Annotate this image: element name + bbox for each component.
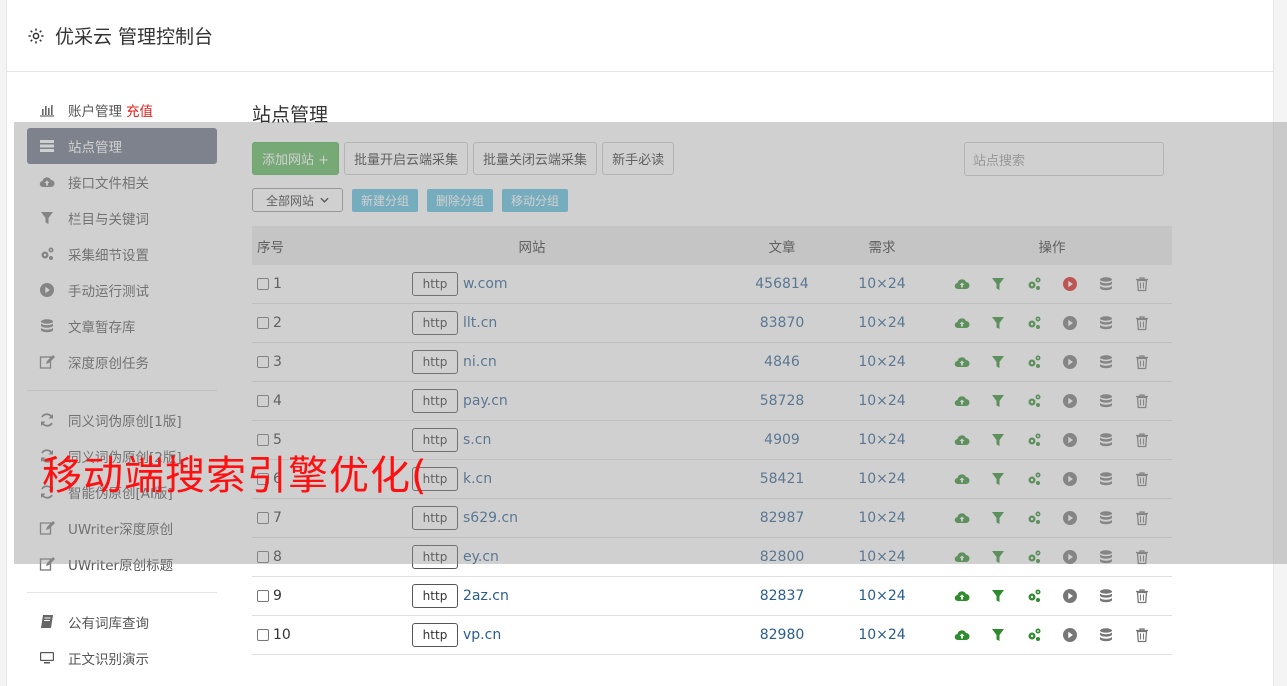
- row-actions: [932, 588, 1172, 604]
- upload-button[interactable]: [954, 588, 970, 604]
- row-number-cell: 9: [252, 588, 332, 604]
- articles-count[interactable]: 82837: [732, 588, 832, 604]
- row-checkbox[interactable]: [257, 590, 269, 602]
- site-cell: http 2az.cn: [332, 584, 732, 608]
- demand-value[interactable]: 10×24: [832, 588, 932, 604]
- sidebar-item-group3-0[interactable]: 公有词库查询: [27, 604, 217, 640]
- database-icon: [1098, 627, 1114, 643]
- sidebar-item-label: 账户管理: [68, 104, 122, 120]
- trash-icon: [1134, 588, 1150, 604]
- demand-value[interactable]: 10×24: [832, 627, 932, 643]
- app-title: 优采云 管理控制台: [55, 26, 214, 48]
- filter-button[interactable]: [990, 588, 1006, 604]
- gears-icon: [1026, 588, 1042, 604]
- table-row: 9 http 2az.cn 82837 10×24: [252, 577, 1172, 616]
- row-number: 10: [273, 627, 291, 643]
- database-icon: [1098, 588, 1114, 604]
- storage-button[interactable]: [1098, 588, 1114, 604]
- delete-button[interactable]: [1134, 588, 1150, 604]
- recharge-link[interactable]: 充值: [126, 100, 153, 120]
- row-checkbox[interactable]: [257, 629, 269, 641]
- gear-icon: [28, 28, 44, 43]
- run-button[interactable]: [1062, 588, 1078, 604]
- site-link[interactable]: 2az.cn: [463, 588, 509, 604]
- row-number: 9: [273, 588, 282, 604]
- cloud-upload-icon: [954, 627, 970, 643]
- book-icon: [39, 614, 68, 630]
- filter-icon: [990, 627, 1006, 643]
- play-circle-icon: [1062, 627, 1078, 643]
- settings-button[interactable]: [1026, 588, 1042, 604]
- row-actions: [932, 627, 1172, 643]
- watermark-text: 移动端搜索引擎优化(: [42, 453, 428, 499]
- upload-button[interactable]: [954, 627, 970, 643]
- run-button[interactable]: [1062, 627, 1078, 643]
- sidebar-item-label: 正文识别演示: [68, 652, 149, 668]
- filter-icon: [990, 588, 1006, 604]
- sidebar-divider: [27, 592, 217, 593]
- delete-button[interactable]: [1134, 627, 1150, 643]
- play-circle-icon: [1062, 588, 1078, 604]
- row-number-cell: 10: [252, 627, 332, 643]
- site-cell: http vp.cn: [332, 623, 732, 647]
- settings-button[interactable]: [1026, 627, 1042, 643]
- table-row: 10 http vp.cn 82980 10×24: [252, 616, 1172, 655]
- sidebar-item-label: 公有词库查询: [68, 616, 149, 632]
- storage-button[interactable]: [1098, 627, 1114, 643]
- sidebar-item-group3-1[interactable]: 正文识别演示: [27, 640, 217, 676]
- monitor-icon: [39, 650, 68, 666]
- site-link[interactable]: vp.cn: [463, 627, 501, 643]
- trash-icon: [1134, 627, 1150, 643]
- http-badge[interactable]: http: [412, 584, 458, 608]
- header: 优采云 管理控制台: [7, 0, 1273, 72]
- articles-count[interactable]: 82980: [732, 627, 832, 643]
- bar-chart-icon: [39, 102, 68, 118]
- http-badge[interactable]: http: [412, 623, 458, 647]
- gears-icon: [1026, 627, 1042, 643]
- filter-button[interactable]: [990, 627, 1006, 643]
- cloud-upload-icon: [954, 588, 970, 604]
